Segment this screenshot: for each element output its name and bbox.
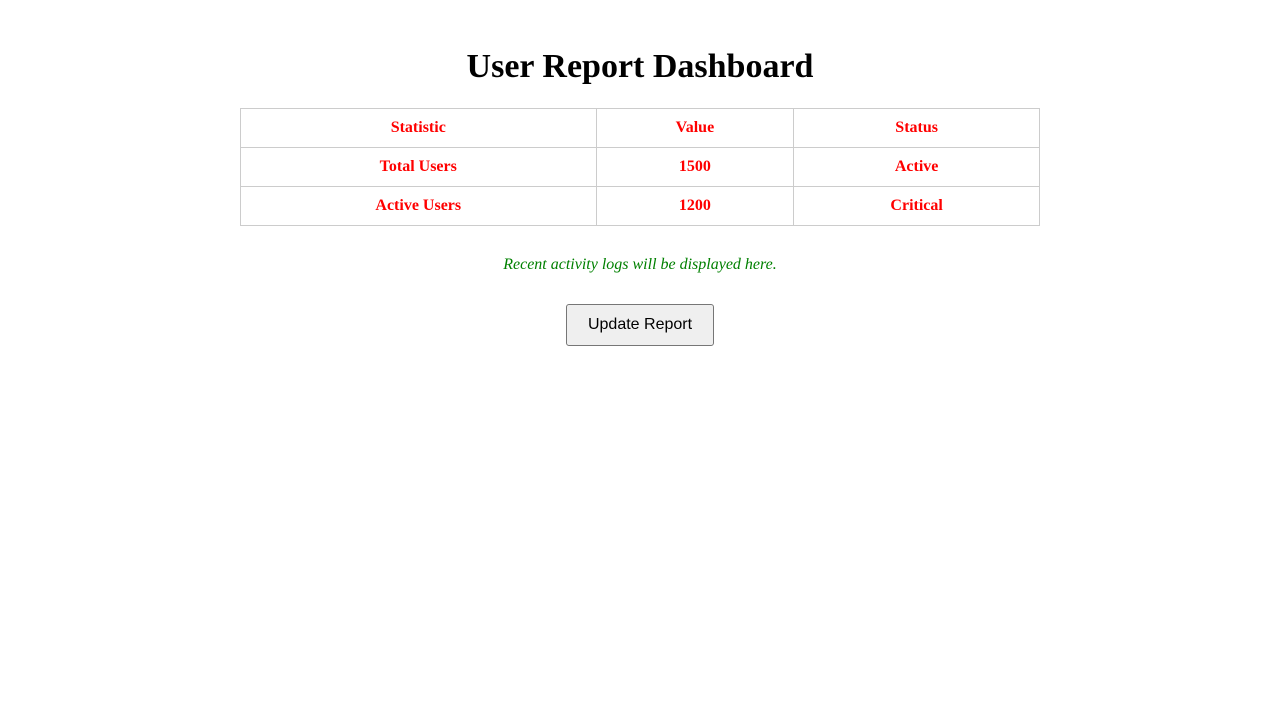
table-row: Active Users 1200 Critical: [240, 186, 1040, 226]
header-value: Value: [595, 108, 795, 148]
header-statistic: Statistic: [240, 108, 597, 148]
cell-statistic: Active Users: [240, 186, 597, 226]
page-title: User Report Dashboard: [466, 48, 814, 85]
cell-statistic: Total Users: [240, 147, 597, 187]
report-dashboard-page: User Report Dashboard Statistic Value St…: [0, 0, 1280, 720]
cell-status: Critical: [793, 186, 1040, 226]
activity-log-note: Recent activity logs will be displayed h…: [503, 256, 777, 273]
header-status: Status: [793, 108, 1040, 148]
cell-status: Active: [793, 147, 1040, 187]
table-header-row: Statistic Value Status: [240, 108, 1040, 148]
cell-value: 1500: [595, 147, 795, 187]
stats-table: Statistic Value Status Total Users 1500 …: [240, 108, 1040, 226]
table-row: Total Users 1500 Active: [240, 147, 1040, 187]
update-report-button[interactable]: Update Report: [566, 304, 714, 346]
cell-value: 1200: [595, 186, 795, 226]
